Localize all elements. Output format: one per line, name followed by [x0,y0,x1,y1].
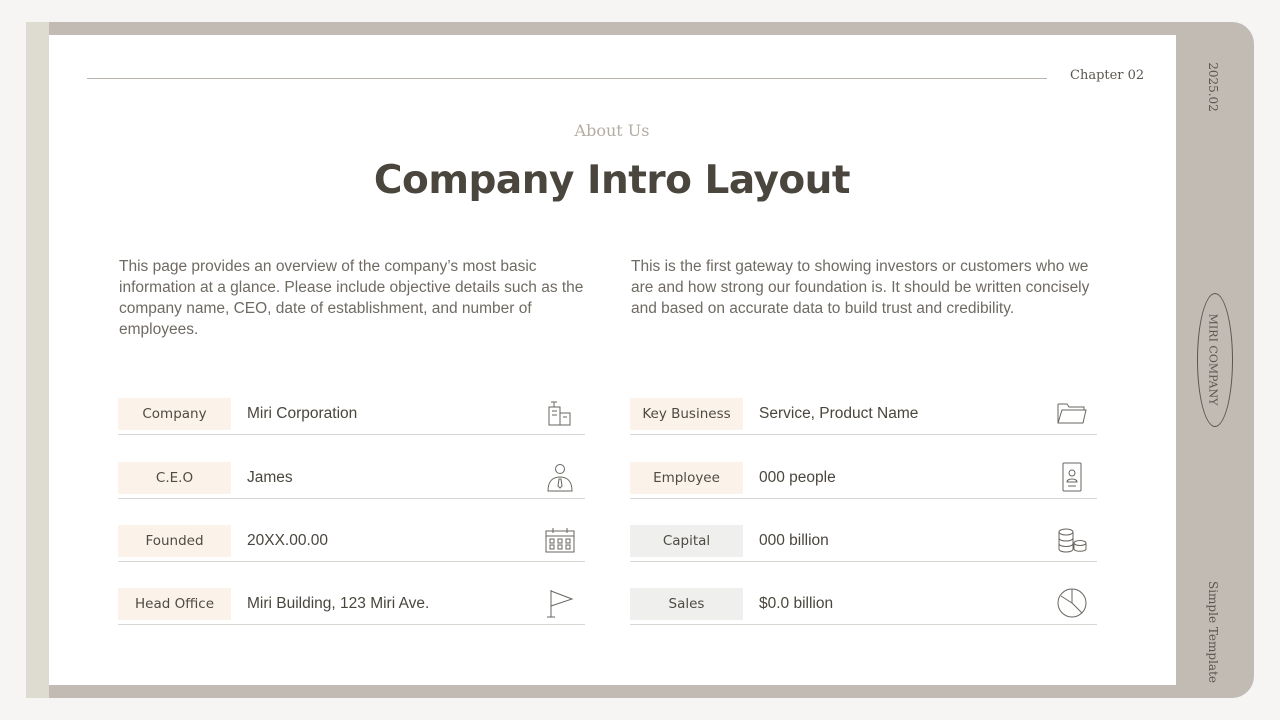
person-icon [545,462,575,492]
row-label: Sales [630,588,743,620]
row-label: Founded [118,525,231,557]
row-value: Service, Product Name [759,405,919,422]
row-value: $0.0 billion [759,595,834,612]
building-icon [545,398,575,428]
header-rule [87,78,1047,79]
row-label: C.E.O [118,462,231,494]
row-value: 000 people [759,469,836,486]
page-title: Company Intro Layout [373,158,851,203]
chapter-label: Chapter 02 [1070,68,1145,83]
info-row-ceo: C.E.O James [118,462,585,499]
id-card-icon [1057,462,1087,492]
row-value: Miri Building, 123 Miri Ave. [247,595,430,612]
row-label: Head Office [118,588,231,620]
info-row-head-office: Head Office Miri Building, 123 Miri Ave. [118,588,585,625]
calendar-icon [545,525,575,555]
eyebrow-title: About Us [574,121,650,140]
coins-icon [1057,525,1087,555]
row-value: 20XX.00.00 [247,532,329,549]
info-row-sales: Sales $0.0 billion [630,588,1097,625]
folder-icon [1057,398,1087,428]
row-label: Key Business [630,398,743,430]
intro-paragraph-left: This page provides an overview of the co… [119,258,584,338]
row-value: James [247,469,293,486]
row-label: Employee [630,462,743,494]
info-row-company: Company Miri Corporation [118,398,585,435]
flag-icon [545,588,575,618]
sidebar-company: MIRI COMPANY [1206,313,1220,406]
sidebar-template: Simple Template [1206,580,1220,684]
intro-paragraph-right: This is the first gateway to showing inv… [631,258,1090,317]
row-label: Company [118,398,231,430]
info-row-capital: Capital 000 billion [630,525,1097,562]
row-label: Capital [630,525,743,557]
info-row-employee: Employee 000 people [630,462,1097,499]
row-value: Miri Corporation [247,405,358,422]
pie-chart-icon [1057,588,1087,618]
info-row-key-business: Key Business Service, Product Name [630,398,1097,435]
sidebar-date: 2025.02 [1206,62,1220,112]
info-row-founded: Founded 20XX.00.00 [118,525,585,562]
row-value: 000 billion [759,532,829,549]
